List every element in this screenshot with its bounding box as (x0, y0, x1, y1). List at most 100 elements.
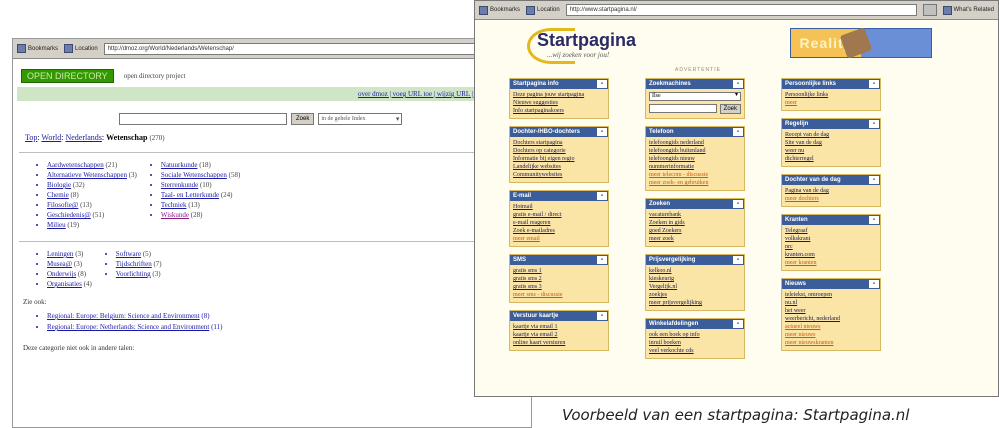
box-link[interactable]: Deze pagina jouw startpagina (513, 91, 605, 99)
regional-link[interactable]: Regional: Europe: Belgium: Science and E… (47, 312, 531, 320)
bookmarks-button[interactable]: Bookmarks (17, 44, 58, 53)
category-item[interactable]: Aardwetenschappen (21) (47, 161, 137, 169)
box-link[interactable]: veel verkochte cds (649, 347, 741, 355)
category-item[interactable]: Natuurkunde (18) (161, 161, 240, 169)
box-link[interactable]: meer prijsvergelijking (649, 299, 741, 307)
box-close-icon[interactable]: ▪ (733, 80, 743, 88)
box-link[interactable]: kranten.com (785, 251, 877, 259)
crumb-top[interactable]: Top (25, 133, 37, 142)
box-link[interactable]: goed Zoekers (649, 227, 741, 235)
box-close-icon[interactable]: ▪ (869, 176, 879, 184)
box-link[interactable]: Recept van de dag (785, 131, 877, 139)
go-button[interactable] (922, 4, 937, 16)
url-field[interactable]: http://www.startpagina.nl/ (565, 4, 917, 16)
box-close-icon[interactable]: ▪ (869, 80, 879, 88)
category-item[interactable]: Milieu (19) (47, 221, 137, 229)
box-link[interactable]: nummerinformatie (649, 163, 741, 171)
box-link[interactable]: dichterregel (785, 155, 877, 163)
box-link[interactable]: Dochters op categorie (513, 147, 605, 155)
search-button[interactable]: Zoek (719, 104, 741, 114)
box-link[interactable]: inruil boeken (649, 339, 741, 347)
box-close-icon[interactable]: ▪ (733, 200, 743, 208)
subcategory-item[interactable]: Onderwijs (8) (47, 270, 92, 278)
box-more-link[interactable]: meer telecom - discussie (649, 171, 741, 179)
box-link[interactable]: nu.nl (785, 299, 877, 307)
box-close-icon[interactable]: ▪ (597, 128, 607, 136)
crumb-nederlands[interactable]: Nederlands (65, 133, 101, 142)
category-item[interactable]: Filosofie@ (13) (47, 201, 137, 209)
box-more-link[interactable]: meer (785, 99, 877, 107)
box-more-link[interactable]: meer nieuws (785, 331, 877, 339)
box-close-icon[interactable]: ▪ (869, 120, 879, 128)
box-link[interactable]: telefoongids buitenland (649, 147, 741, 155)
box-close-icon[interactable]: ▪ (869, 280, 879, 288)
search-engine-select[interactable]: Ilse (649, 92, 741, 101)
box-more-link[interactable]: meer nieuwskranten (785, 339, 877, 347)
category-item[interactable]: Taal- en Letterkunde (24) (161, 191, 240, 199)
subcategory-item[interactable]: Software (5) (116, 250, 162, 258)
box-link[interactable]: kaartje via email 2 (513, 331, 605, 339)
box-link[interactable]: gratis sms 1 (513, 267, 605, 275)
box-more-link[interactable]: actueel nieuws (785, 323, 877, 331)
box-close-icon[interactable]: ▪ (597, 312, 607, 320)
subcategory-item[interactable]: Tijdschriften (7) (116, 260, 162, 268)
box-link[interactable]: volkskrant (785, 235, 877, 243)
box-close-icon[interactable]: ▪ (597, 256, 607, 264)
box-link[interactable]: Landelijke websites (513, 163, 605, 171)
crumb-world[interactable]: World (41, 133, 61, 142)
box-link[interactable]: Persoonlijke links (785, 91, 877, 99)
box-link[interactable]: zoekjes (649, 291, 741, 299)
box-link[interactable]: Info startpaginakoers (513, 107, 605, 115)
search-input[interactable] (649, 104, 717, 113)
box-link[interactable]: kieskeurig (649, 275, 741, 283)
box-link[interactable]: kaartje via email 1 (513, 323, 605, 331)
whats-related-button[interactable]: What's Related (942, 5, 994, 15)
box-link[interactable]: Dochters startpagina (513, 139, 605, 147)
box-link[interactable]: telefoongids nederland (649, 139, 741, 147)
box-link[interactable]: gratis sms 3 (513, 283, 605, 291)
box-link[interactable]: Communitywebsites (513, 171, 605, 179)
search-scope-select[interactable]: in de gehele Index (318, 113, 403, 125)
subcategory-item[interactable]: Leningen (3) (47, 250, 92, 258)
box-link[interactable]: het weer (785, 307, 877, 315)
box-more-link[interactable]: meer email (513, 235, 605, 243)
box-link[interactable]: Site van de dag (785, 139, 877, 147)
category-item-visited[interactable]: Wiskunde (28) (161, 211, 240, 219)
box-link[interactable]: ook een boek op info (649, 331, 741, 339)
box-link[interactable]: online kaart versturen (513, 339, 605, 347)
box-link[interactable]: gratis sms 2 (513, 275, 605, 283)
category-item[interactable]: Techniek (13) (161, 201, 240, 209)
url-field[interactable]: http://dmoz.org/World/Nederlands/Wetensc… (103, 42, 507, 55)
search-button[interactable]: Zoek (291, 113, 315, 125)
subcategory-item[interactable]: Voorlichting (3) (116, 270, 162, 278)
box-link[interactable]: e-mail reageren (513, 219, 605, 227)
box-link[interactable]: weerbericht, nederland (785, 315, 877, 323)
category-item[interactable]: Chemie (8) (47, 191, 137, 199)
category-item[interactable]: Sterrenkunde (10) (161, 181, 240, 189)
box-link[interactable]: meer zoek (649, 235, 741, 243)
box-more-link[interactable]: meer zoek- en gebruiken (649, 179, 741, 187)
box-link[interactable]: weer nu (785, 147, 877, 155)
ad-banner[interactable]: Reality (790, 27, 932, 59)
box-link[interactable]: teletekst, omroepen (785, 291, 877, 299)
box-close-icon[interactable]: ▪ (733, 320, 743, 328)
box-link[interactable]: Hotmail (513, 203, 605, 211)
box-link[interactable]: kelkoo.nl (649, 267, 741, 275)
box-link[interactable]: Pagina van de dag (785, 187, 877, 195)
box-link[interactable]: Telegraaf (785, 227, 877, 235)
bookmarks-button[interactable]: Bookmarks (479, 5, 520, 15)
category-item[interactable]: Alternatieve Wetenschappen (3) (47, 171, 137, 179)
box-close-icon[interactable]: ▪ (869, 216, 879, 224)
dmoz-logo[interactable]: OPEN DIRECTORY (21, 69, 114, 83)
box-more-link[interactable]: meer dochters (785, 195, 877, 203)
box-more-link[interactable]: meer sms - discussie (513, 291, 605, 299)
box-close-icon[interactable]: ▪ (597, 80, 607, 88)
box-link[interactable]: nrc (785, 243, 877, 251)
box-link[interactable]: Nieuwe suggesties (513, 99, 605, 107)
regional-link[interactable]: Regional: Europe: Netherlands: Science a… (47, 323, 531, 331)
box-link[interactable]: Vergelijk.nl (649, 283, 741, 291)
box-link[interactable]: gratis e-mail / direct (513, 211, 605, 219)
subcategory-item[interactable]: Musea@ (3) (47, 260, 92, 268)
category-item[interactable]: Sociale Wetenschappen (58) (161, 171, 240, 179)
search-input[interactable] (119, 113, 287, 125)
